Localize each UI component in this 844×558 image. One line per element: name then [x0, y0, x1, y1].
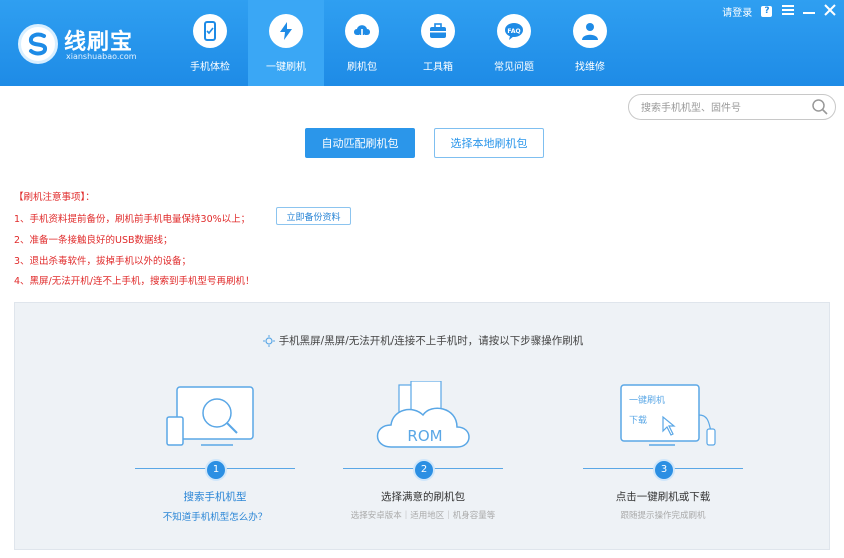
search-icon[interactable] [811, 98, 829, 120]
step-title: 点击一键刷机或下载 [615, 491, 711, 503]
faq-icon: FAQ [497, 14, 531, 48]
step-search-model: 1 搜索手机机型 不知道手机机型怎么办？ [115, 381, 315, 541]
step-select-rom: ROM 2 选择满意的刷机包 选择安卓版本｜适用地区｜机身容量等 [323, 380, 523, 541]
step-title[interactable]: 搜索手机机型 [115, 489, 315, 504]
step-sub: 选择安卓版本｜适用地区｜机身容量等 [350, 511, 496, 521]
app-header: 线刷宝 xianshuabao.com 手机体检 一键刷机 刷机包 工具箱 FA… [0, 0, 844, 86]
toolbox-icon [421, 14, 455, 48]
sun-icon [262, 335, 275, 347]
rom-cloud-icon: ROM [353, 380, 493, 461]
nav-rom-package[interactable]: 刷机包 [324, 0, 400, 86]
search-input[interactable] [639, 99, 803, 117]
notes-line-3: 3、退出杀毒软件，拔掉手机以外的设备； [14, 256, 192, 267]
cloud-download-icon [345, 14, 379, 48]
guide-panel: 手机黑屏/黑屏/无法开机/连接不上手机时，请按以下步骤操作刷机 1 搜索手机机型… [14, 302, 830, 550]
guide-title: 手机黑屏/黑屏/无法开机/连接不上手机时，请按以下步骤操作刷机 [15, 333, 831, 348]
nav-label: 一键刷机 [266, 62, 306, 73]
app-logo: 线刷宝 xianshuabao.com [18, 20, 168, 70]
login-link[interactable]: 请登录 [722, 4, 752, 19]
notes-line-4: 4、黑屏/无法开机/连不上手机，搜索到手机型号再刷机！ [14, 276, 255, 287]
step-title: 选择满意的刷机包 [381, 491, 465, 503]
nav-label: 工具箱 [423, 62, 453, 73]
guide-title-text: 手机黑屏/黑屏/无法开机/连接不上手机时，请按以下步骤操作刷机 [278, 335, 584, 347]
select-local-button[interactable]: 选择本地刷机包 [434, 128, 544, 158]
notes-line-1: 1、手机资料提前备份，刷机前手机电量保持30%以上； [14, 214, 251, 225]
help-icon[interactable]: ? [761, 6, 773, 17]
step-number: 2 [413, 459, 435, 481]
svg-text:FAQ: FAQ [507, 28, 520, 35]
step-number: 1 [205, 459, 227, 481]
art-one-click: 一键刷机 [629, 394, 665, 406]
minimize-icon[interactable] [802, 5, 815, 18]
app-site: xianshuabao.com [66, 52, 137, 61]
rom-label: ROM [407, 427, 442, 445]
step-one-click: 一键刷机 下载 3 点击一键刷机或下载 跟随提示操作完成刷机 [563, 381, 763, 541]
monitor-search-icon [145, 381, 285, 461]
backup-data-button[interactable]: 立即备份资料 [276, 207, 351, 225]
notes-title: 【刷机注意事项】： [14, 192, 95, 203]
nav-toolbox[interactable]: 工具箱 [400, 0, 476, 86]
nav-label: 手机体检 [190, 62, 230, 73]
lightning-icon [269, 14, 303, 48]
repair-person-icon [573, 14, 607, 48]
close-icon[interactable] [824, 4, 836, 19]
art-download: 下载 [629, 414, 647, 426]
nav-label: 刷机包 [347, 62, 377, 73]
nav-label: 常见问题 [494, 62, 534, 73]
phone-check-icon [193, 14, 227, 48]
step-sub: 跟随提示操作完成刷机 [620, 511, 706, 521]
logo-mark-icon [18, 24, 58, 64]
auto-match-button[interactable]: 自动匹配刷机包 [305, 128, 415, 158]
nav-phone-check[interactable]: 手机体检 [172, 0, 248, 86]
step-number: 3 [653, 459, 675, 481]
window-controls: 请登录 ? [716, 4, 836, 20]
nav-faq[interactable]: FAQ 常见问题 [476, 0, 552, 86]
model-search [628, 94, 836, 120]
step-help-link[interactable]: 不知道手机机型怎么办？ [115, 509, 315, 523]
notes-line-2: 2、准备一条接触良好的USB数据线； [14, 235, 173, 246]
nav-label: 找维修 [575, 62, 605, 73]
menu-icon[interactable] [781, 5, 794, 18]
flash-window-icon: 一键刷机 下载 [593, 381, 733, 461]
nav-one-click-flash[interactable]: 一键刷机 [248, 0, 324, 86]
nav-find-repair[interactable]: 找维修 [552, 0, 628, 86]
